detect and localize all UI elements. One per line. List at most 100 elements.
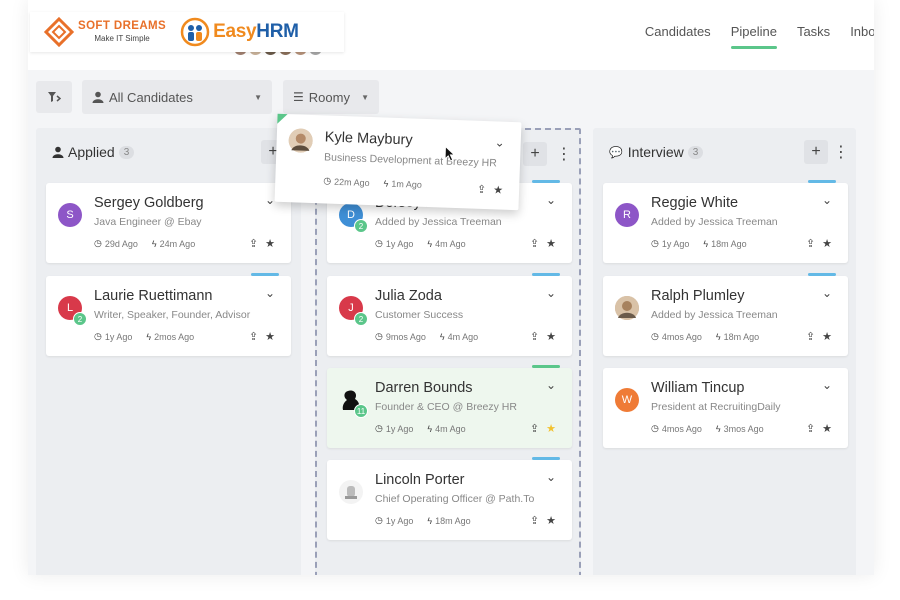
tab-tasks[interactable]: Tasks [797,24,830,47]
candidate-card[interactable]: Ralph Plumley Added by Jessica Treeman ◷… [603,273,848,356]
chevron-down-icon[interactable]: ⌄ [546,470,556,484]
candidate-meta: ◷ 1y Ago ϟ 18m Ago [375,515,471,526]
add-candidate-button[interactable]: + [523,142,547,166]
share-icon[interactable]: ⇪ [530,422,539,435]
created-time: 1y Ago [385,423,414,434]
updated-time: 4m Ago [447,331,479,342]
softdreams-logo: SOFT DREAMS Make IT Simple [44,17,166,47]
chevron-down-icon[interactable]: ⌄ [265,193,275,207]
star-icon[interactable]: ★ [546,237,556,250]
candidate-subtitle: Java Engineer @ Ebay [94,216,202,228]
candidate-subtitle: Customer Success [375,309,464,321]
avatar [339,480,363,504]
share-icon[interactable]: ⇪ [806,422,815,435]
star-icon[interactable]: ★ [546,514,556,527]
candidate-name: Julia Zoda [375,288,442,304]
list-icon: ☰ [293,90,304,104]
candidate-card[interactable]: S Sergey Goldberg Java Engineer @ Ebay ◷… [46,183,291,263]
card-tag [532,180,560,183]
user-icon [92,91,104,103]
updated-time: 18m Ago [435,515,471,526]
star-icon[interactable]: ★ [265,237,275,250]
clock-icon: ◷ [651,238,659,248]
candidate-card[interactable]: W William Tincup President at Recruiting… [603,368,848,448]
clock-icon: ◷ [651,423,659,433]
created-time: 4mos Ago [661,423,702,434]
card-actions: ⇪ ★ [523,422,556,435]
updated-time: 2mos Ago [154,331,195,342]
created-time: 22m Ago [333,176,370,188]
plus-icon: + [530,145,540,162]
card-actions: ⇪ ★ [523,330,556,343]
bolt-icon: ϟ [427,515,433,526]
clock-icon: ◷ [94,238,102,248]
candidate-meta: ◷ 9mos Ago ϟ 4m Ago [375,331,478,342]
chevron-down-icon[interactable]: ⌄ [822,193,832,207]
share-icon[interactable]: ⇪ [477,183,487,196]
more-vertical-icon[interactable]: ⋮ [832,140,850,164]
filter-toggle-button[interactable] [36,81,72,113]
bolt-icon: ϟ [715,331,721,342]
column-count: 3 [118,145,135,159]
add-candidate-button[interactable]: + [804,140,828,164]
share-icon[interactable]: ⇪ [530,514,539,527]
chevron-down-icon[interactable]: ⌄ [822,378,832,392]
candidate-card[interactable]: 11 Darren Bounds Founder & CEO @ Breezy … [327,365,572,448]
star-icon[interactable]: ★ [265,330,275,343]
candidate-subtitle: Chief Operating Officer @ Path.To [375,493,535,505]
candidate-meta: ◷ 1y Ago ϟ 2mos Ago [94,331,194,342]
candidate-subtitle: Founder & CEO @ Breezy HR [375,401,517,413]
created-time: 1y Ago [104,331,133,342]
candidate-subtitle: Added by Jessica Treeman [651,309,778,321]
column-applied: Applied 3 + S Sergey Goldberg Java Engin… [36,128,301,575]
share-icon[interactable]: ⇪ [806,237,815,250]
bolt-icon: ϟ [703,238,709,249]
more-vertical-icon[interactable]: ⋮ [555,142,573,166]
chevron-down-icon[interactable]: ⌄ [546,378,556,392]
star-icon[interactable]: ★ [822,330,832,343]
view-mode-dropdown[interactable]: ☰ Roomy ▼ [283,80,379,114]
candidate-card[interactable]: J 2 Julia Zoda Customer Success ◷ 9mos A… [327,273,572,356]
column-interview: 💬 Interview 3 + ⋮ R Reggie White Added b… [593,128,856,575]
candidate-name: Laurie Ruettimann [94,288,213,304]
chevron-down-icon[interactable]: ⌄ [822,286,832,300]
candidate-card[interactable]: R Reggie White Added by Jessica Treeman … [603,180,848,263]
bolt-icon: ϟ [427,238,433,249]
candidate-meta: ◷ 1y Ago ϟ 4m Ago [375,238,466,249]
tab-pipeline[interactable]: Pipeline [730,24,778,49]
candidate-subtitle: Writer, Speaker, Founder, Advisor [94,309,251,321]
chevron-down-icon: ▼ [254,92,262,102]
chevron-down-icon[interactable]: ⌄ [494,135,505,149]
candidate-card[interactable]: L 2 Laurie Ruettimann Writer, Speaker, F… [46,273,291,356]
updated-time: 18m Ago [723,331,760,342]
candidate-meta: ◷ 1y Ago ϟ 18m Ago [651,238,747,249]
star-icon[interactable]: ★ [822,422,832,435]
easyhrm-people-icon [180,17,210,47]
easyhrm-logo: EasyHRM [180,17,299,47]
user-icon [52,146,64,158]
chevron-down-icon[interactable]: ⌄ [265,286,275,300]
tab-inbox[interactable]: Inbox [850,24,874,47]
tab-candidates[interactable]: Candidates [645,24,711,47]
chevron-down-icon[interactable]: ⌄ [546,286,556,300]
candidate-meta: ◷ 4mos Ago ϟ 3mos Ago [651,423,764,434]
share-icon[interactable]: ⇪ [530,330,539,343]
star-icon[interactable]: ★ [546,330,556,343]
share-icon[interactable]: ⇪ [806,330,815,343]
share-icon[interactable]: ⇪ [530,237,539,250]
candidate-meta: ◷ 29d Ago ϟ 24m Ago [94,238,195,249]
chevron-down-icon: ▼ [361,92,369,102]
share-icon[interactable]: ⇪ [249,237,258,250]
card-actions: ⇪ ★ [523,514,556,527]
star-icon[interactable]: ★ [546,422,556,435]
softdreams-name: SOFT DREAMS [78,19,167,32]
star-icon[interactable]: ★ [822,237,832,250]
share-icon[interactable]: ⇪ [249,330,258,343]
chevron-down-icon[interactable]: ⌄ [546,193,556,207]
top-bar: SOFT DREAMS Make IT Simple EasyHRM Candi… [28,0,874,70]
candidates-filter-dropdown[interactable]: All Candidates ▼ [82,80,272,114]
star-icon[interactable]: ★ [493,183,503,196]
candidate-meta: ◷ 22m Ago ϟ 1m Ago [323,175,422,189]
candidate-card[interactable]: Lincoln Porter Chief Operating Officer @… [327,457,572,540]
dragged-candidate-card[interactable]: Kyle Maybury Business Development at Bre… [274,113,522,211]
